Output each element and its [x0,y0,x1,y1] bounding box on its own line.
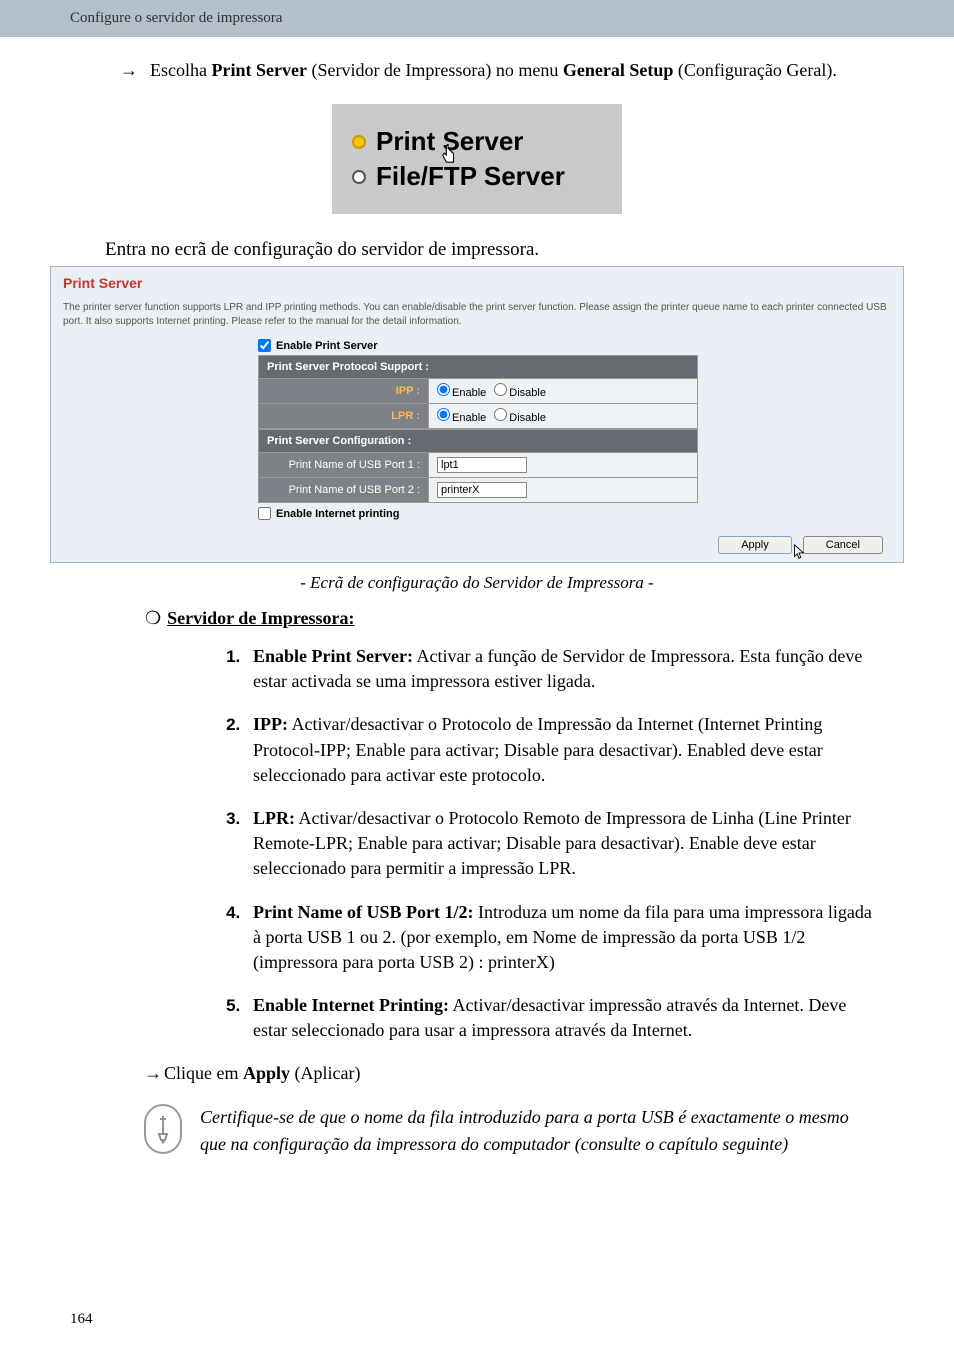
note-icon [144,1104,182,1154]
instruction-suffix: (Configuração Geral). [673,60,836,80]
protocol-header: Print Server Protocol Support : [258,355,698,379]
cancel-button[interactable]: Cancel [803,536,883,554]
page-header: Configure o servidor de impressora [0,0,954,37]
bullet-icon: ❍ [145,608,161,628]
ipp-enable[interactable]: Enable [437,383,486,399]
apply-prefix: Clique em [164,1063,243,1083]
config-header: Print Server Configuration : [258,429,698,453]
lpr-enable[interactable]: Enable [437,408,486,424]
enable-internet-checkbox[interactable]: Enable Internet printing [258,507,698,520]
enable-ps-label: Enable Print Server [276,340,378,352]
usb1-label: Print Name of USB Port 1 : [259,453,429,477]
list-item: LPR: Activar/desactivar o Protocolo Remo… [245,806,884,882]
ipp-disable[interactable]: Disable [494,383,546,399]
list-item: Enable Print Server: Activar a função de… [245,644,884,694]
usb1-input[interactable] [437,457,527,473]
caption: - Ecrã de configuração do Servidor de Im… [70,573,884,593]
instruction: → Escolha Print Server (Servidor de Impr… [120,57,884,84]
section-title: ❍ Servidor de Impressora: [145,608,884,629]
list-item: Print Name of USB Port 1/2: Introduza um… [245,900,884,976]
list-item: IPP: Activar/desactivar o Protocolo de I… [245,712,884,788]
lpr-label: LPR : [259,404,429,428]
ipp-enable-radio[interactable] [437,383,450,396]
cursor-arrow-icon [793,544,805,563]
section-title-text: Servidor de Impressora: [167,608,354,628]
instruction-mid: (Servidor de Impressora) no menu [307,60,563,80]
menu-option-file-ftp[interactable]: File/FTP Server [352,161,602,192]
page-number: 164 [70,1311,93,1328]
ipp-label: IPP : [259,379,429,403]
menu-screenshot: Print Server File/FTP Server [332,104,622,214]
menu-opt2-label: File/FTP Server [376,161,565,192]
enable-internet-label: Enable Internet printing [276,508,399,520]
config-panel-screenshot: Print Server The printer server function… [50,266,904,563]
arrow-icon: → [120,57,138,84]
usb2-label: Print Name of USB Port 2 : [259,478,429,502]
lead-text: Entra no ecrã de configuração do servido… [105,239,884,261]
lpr-row: LPR : Enable Disable [258,404,698,429]
menu-option-print-server[interactable]: Print Server [352,126,602,157]
instruction-prefix: Escolha [150,60,211,80]
explanation-list: Enable Print Server: Activar a função de… [245,644,884,1043]
note-text: Certifique-se de que o nome da fila intr… [200,1104,884,1156]
usb2-input[interactable] [437,482,527,498]
instruction-bold1: Print Server [211,60,306,80]
apply-bold: Apply [243,1063,290,1083]
panel-description: The printer server function supports LPR… [63,301,891,329]
arrow-icon: → [144,1063,162,1083]
lpr-enable-radio[interactable] [437,408,450,421]
lpr-disable-radio[interactable] [494,408,507,421]
usb2-row: Print Name of USB Port 2 : [258,478,698,503]
ipp-row: IPP : Enable Disable [258,379,698,404]
ipp-disable-radio[interactable] [494,383,507,396]
list-item: Enable Internet Printing: Activar/desact… [245,993,884,1043]
cursor-hand-icon [440,144,458,171]
usb1-row: Print Name of USB Port 1 : [258,453,698,478]
instruction-bold2: General Setup [563,60,674,80]
radio-empty-icon [352,170,366,184]
checkbox-enable-internet[interactable] [258,507,271,520]
panel-title: Print Server [63,275,891,291]
note: Certifique-se de que o nome da fila intr… [144,1104,884,1156]
apply-button[interactable]: Apply [718,536,792,554]
apply-suffix: (Aplicar) [290,1063,360,1083]
apply-instruction: →Clique em Apply (Aplicar) [144,1063,884,1084]
lpr-disable[interactable]: Disable [494,408,546,424]
enable-print-server-checkbox[interactable]: Enable Print Server [258,339,698,352]
radio-selected-icon [352,135,366,149]
checkbox-enable-ps[interactable] [258,339,271,352]
